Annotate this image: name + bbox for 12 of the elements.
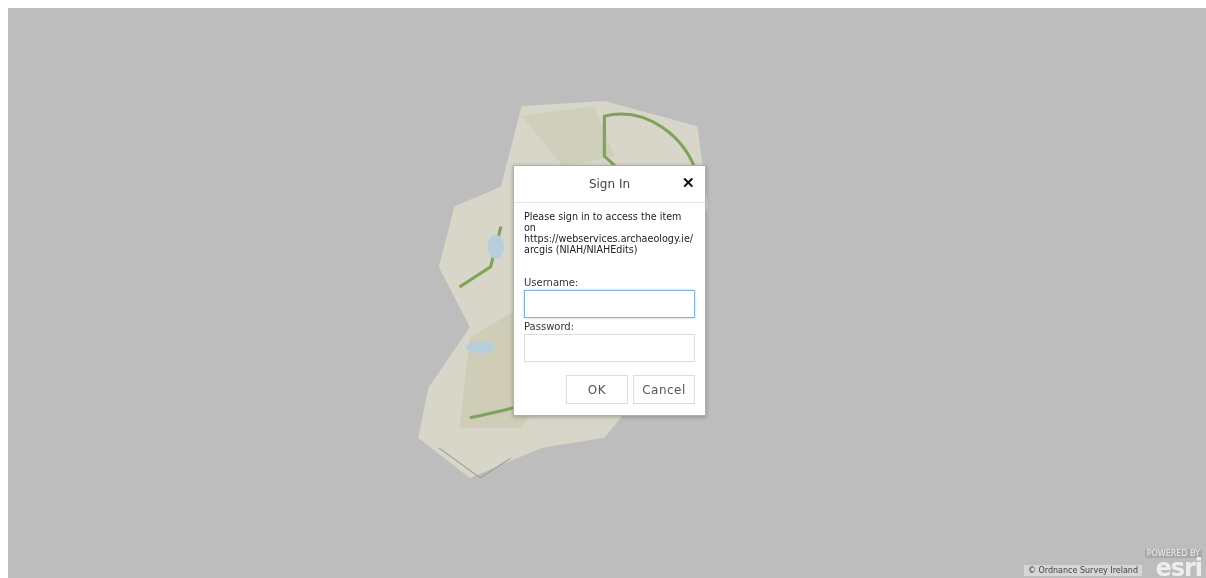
ok-button[interactable]: OK (566, 375, 628, 404)
close-button[interactable]: ✕ (680, 174, 697, 192)
input-field[interactable] (524, 334, 695, 362)
dialog-message: Please sign in to access the item on https://webservices.archaeology.ie/arcgis (NIAH/NIAHEdits) (524, 211, 695, 255)
dialog-title: Sign In (588, 177, 631, 191)
field-label: Password: (524, 321, 576, 332)
input-field[interactable] (524, 290, 695, 318)
cancel-button[interactable]: Cancel (633, 375, 695, 404)
logo-tagline: POWERED BY (1144, 549, 1202, 558)
logo-text: esri (1155, 558, 1202, 578)
attribution-text: © Ordnance Survey Ireland (1024, 565, 1142, 576)
field-label: Username: (524, 277, 580, 288)
